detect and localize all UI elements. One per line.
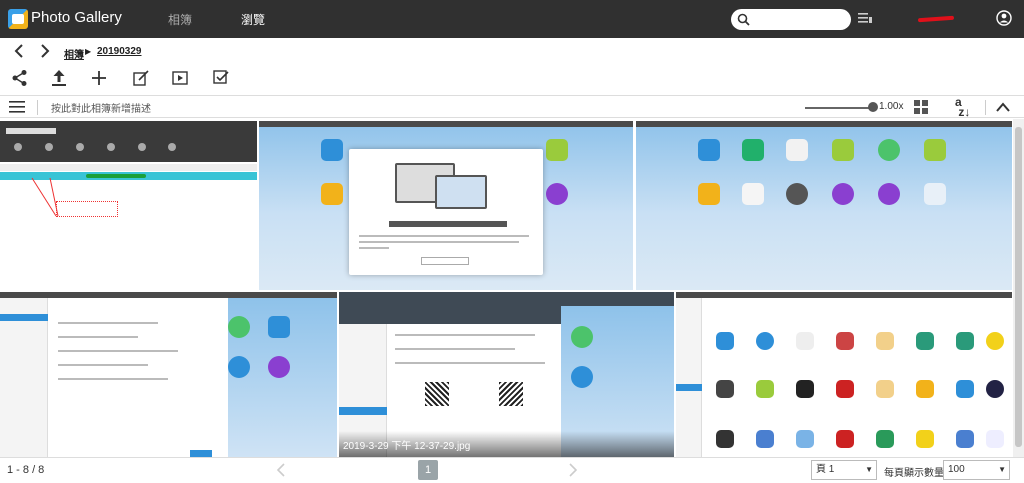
- breadcrumb-separator-icon: ▶: [85, 47, 92, 56]
- zoom-slider[interactable]: [805, 107, 871, 109]
- add-icon[interactable]: [90, 69, 108, 87]
- chevron-down-icon: ▼: [865, 465, 873, 474]
- photo-thumbnail[interactable]: 2019-3-29 下午 12-37-29.jpg: [339, 292, 674, 457]
- upload-icon[interactable]: [50, 69, 68, 87]
- forward-icon[interactable]: [39, 43, 51, 59]
- photo-thumbnail[interactable]: [0, 121, 257, 290]
- collapse-up-icon[interactable]: [996, 101, 1010, 113]
- photo-grid: 2019-3-29 下午 12-37-29.jpg: [0, 119, 1013, 457]
- sort-icon[interactable]: a z↓: [955, 96, 970, 118]
- list-view-icon[interactable]: [858, 12, 872, 25]
- search-box: [731, 9, 851, 30]
- photo-gallery-logo-icon: [8, 9, 28, 29]
- current-page-button[interactable]: 1: [418, 460, 438, 480]
- grid-view-icon[interactable]: [914, 100, 928, 114]
- edit-icon[interactable]: [132, 69, 150, 87]
- divider: [37, 100, 38, 115]
- divider: [985, 100, 986, 115]
- app-title: Photo Gallery: [31, 9, 122, 26]
- previous-page-icon[interactable]: [276, 463, 286, 477]
- zoom-value: 1.00x: [879, 101, 904, 112]
- pagination-bar: 1 - 8 / 8 1 頁 1 ▼ 每頁顯示數量 100 ▼: [0, 457, 1024, 483]
- per-page-value: 100: [948, 464, 965, 475]
- grid-scrollbar[interactable]: [1013, 119, 1024, 457]
- photo-thumbnail[interactable]: [0, 292, 337, 457]
- breadcrumb-current-folder[interactable]: 20190329: [97, 46, 142, 57]
- tab-album[interactable]: 相簿: [168, 11, 192, 28]
- zoom-slider-handle[interactable]: [868, 102, 878, 112]
- select-icon[interactable]: [212, 69, 230, 87]
- search-icon[interactable]: [737, 13, 750, 26]
- per-page-label: 每頁顯示數量: [884, 468, 944, 479]
- user-account-icon[interactable]: [996, 10, 1012, 26]
- username-redacted: [917, 15, 955, 23]
- next-page-icon[interactable]: [568, 463, 578, 477]
- photo-caption: 2019-3-29 下午 12-37-29.jpg: [343, 441, 471, 452]
- page-select-value: 頁 1: [816, 464, 835, 475]
- photo-thumbnail[interactable]: [259, 121, 633, 290]
- app-header: Photo Gallery 相簿 瀏覽: [0, 0, 1024, 38]
- photo-thumbnail[interactable]: [676, 292, 1012, 457]
- item-count: 1 - 8 / 8: [7, 464, 45, 476]
- page-select[interactable]: 頁 1 ▼: [811, 460, 877, 480]
- chevron-down-icon: ▼: [998, 465, 1006, 474]
- slideshow-icon[interactable]: [171, 69, 189, 87]
- back-icon[interactable]: [13, 43, 25, 59]
- breadcrumb-album[interactable]: 相簿: [64, 46, 84, 61]
- photo-thumbnail[interactable]: [636, 121, 1012, 290]
- share-icon[interactable]: [11, 69, 29, 87]
- scrollbar-thumb[interactable]: [1015, 127, 1022, 447]
- album-description-input[interactable]: 按此對此相簿新增描述: [51, 100, 151, 115]
- search-input[interactable]: [753, 11, 845, 28]
- per-page-select[interactable]: 100 ▼: [943, 460, 1010, 480]
- tab-browse[interactable]: 瀏覽: [241, 11, 265, 28]
- menu-icon[interactable]: [9, 100, 25, 114]
- description-bar: 按此對此相簿新增描述 1.00x a z↓: [0, 95, 1024, 118]
